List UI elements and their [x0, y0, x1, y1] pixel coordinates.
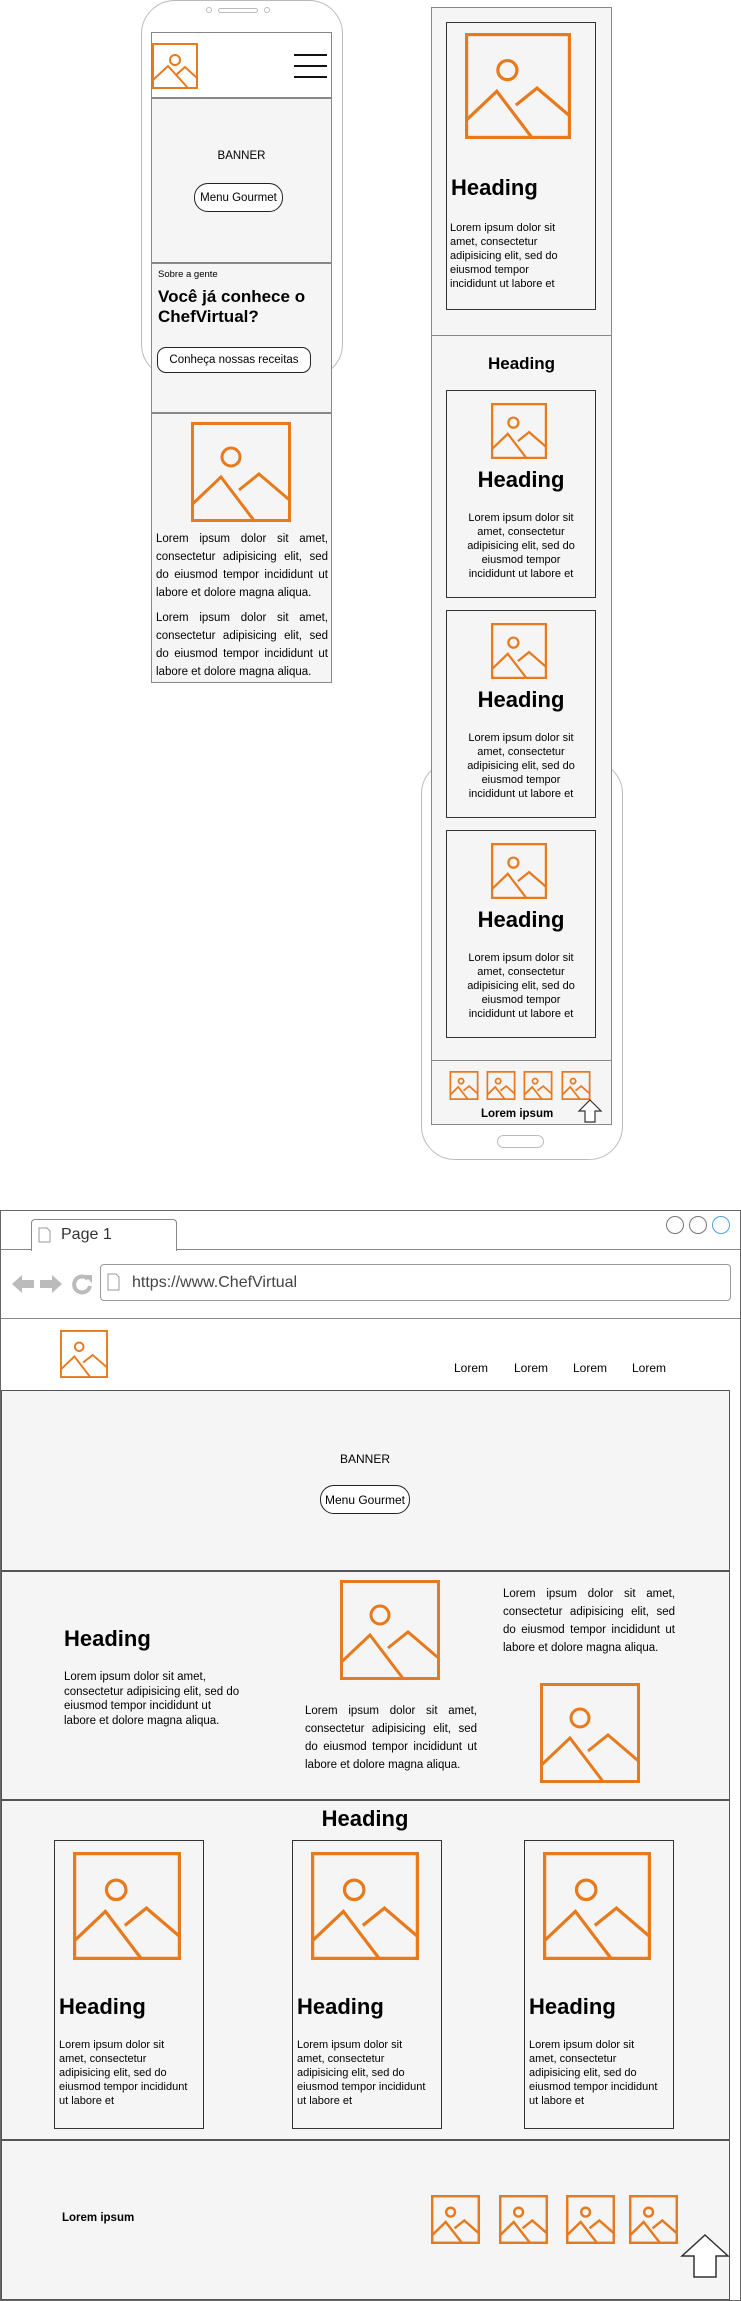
- desktop-banner: [1, 1390, 730, 1571]
- desktop-footer-image-icon-4[interactable]: [629, 2195, 678, 2244]
- mobile-card-2-text: Lorem ipsum dolor sit amet, consectetur …: [467, 732, 575, 800]
- footer-image-icon-1[interactable]: [449, 1071, 479, 1100]
- top-card-text: Lorem ipsum dolor sit amet, consectetur …: [450, 222, 558, 290]
- mobile-card-3-text: Lorem ipsum dolor sit amet, consectetur …: [467, 952, 575, 1020]
- back-arrow-icon[interactable]: [12, 1274, 34, 1294]
- close-button[interactable]: [712, 1216, 730, 1234]
- arrow-up-icon[interactable]: [577, 1099, 603, 1123]
- desktop-footer-image-icon-2[interactable]: [499, 2195, 548, 2244]
- desktop-footer-text: Lorem ipsum: [62, 2212, 135, 2224]
- desktop-menu-gourmet-button[interactable]: Menu Gourmet: [320, 1485, 410, 1514]
- mobile-paragraph-1: Lorem ipsum dolor sit amet, consectetur …: [156, 533, 328, 599]
- mobile-about-button[interactable]: Conheça nossas receitas: [157, 347, 311, 373]
- url-page-icon: [107, 1273, 120, 1291]
- desktop-banner-label: BANNER: [339, 1452, 390, 1466]
- mobile-about-title: Você já conhece o ChefVirtual?: [158, 287, 306, 326]
- mobile-about-section: [151, 263, 332, 413]
- desktop-about-text: Lorem ipsum dolor sit amet, consectetur …: [64, 1671, 240, 1727]
- mobile-card-3-image-icon: [491, 843, 547, 899]
- desktop-card-3-text: Lorem ipsum dolor sit amet, consectetur …: [529, 2039, 658, 2107]
- forward-arrow-icon[interactable]: [40, 1274, 62, 1294]
- mobile-content-image-icon: [191, 422, 291, 522]
- desktop-card-2-image-icon: [311, 1852, 419, 1960]
- hamburger-menu-icon[interactable]: [294, 54, 327, 78]
- url-text: https://www.ChefVirtual: [132, 1274, 298, 1291]
- mobile-card-1-heading: Heading: [477, 467, 565, 492]
- nav-link-1[interactable]: Lorem: [454, 1361, 488, 1375]
- footer-image-icon-2[interactable]: [486, 1071, 516, 1100]
- phone-camera: [206, 7, 212, 13]
- browser-tab-title: Page 1: [61, 1226, 112, 1243]
- nav-link-4[interactable]: Lorem: [632, 1361, 666, 1375]
- page-icon: [38, 1227, 51, 1243]
- desktop-footer-image-icon-3[interactable]: [566, 2195, 615, 2244]
- mobile-card-2-image-icon: [491, 623, 547, 679]
- desktop-right-text: Lorem ipsum dolor sit amet, consectetur …: [503, 1588, 675, 1654]
- desktop-card-2-text: Lorem ipsum dolor sit amet, consectetur …: [297, 2039, 426, 2107]
- desktop-middle-text: Lorem ipsum dolor sit amet, consectetur …: [305, 1705, 477, 1771]
- mobile-card-2-heading: Heading: [477, 687, 565, 712]
- mobile-card-1-image-icon: [491, 403, 547, 459]
- footer-image-icon-3[interactable]: [523, 1071, 553, 1100]
- mobile-paragraph-2: Lorem ipsum dolor sit amet, consectetur …: [156, 612, 328, 678]
- top-card-image-icon: [465, 32, 571, 139]
- desktop-arrow-up-icon[interactable]: [680, 2233, 730, 2278]
- nav-link-2[interactable]: Lorem: [514, 1361, 548, 1375]
- desktop-section-heading: Heading: [321, 1806, 409, 1831]
- maximize-button[interactable]: [689, 1216, 707, 1234]
- desktop-card-2-heading: Heading: [297, 1994, 384, 2019]
- phone-speaker: [218, 8, 258, 13]
- mobile-about-small: Sobre a gente: [158, 269, 218, 280]
- desktop-card-1-text: Lorem ipsum dolor sit amet, consectetur …: [59, 2039, 188, 2107]
- logo-image-icon[interactable]: [152, 43, 198, 89]
- desktop-logo-image-icon[interactable]: [60, 1330, 108, 1378]
- phone-home-button[interactable]: [497, 1135, 544, 1148]
- phone-sensor: [264, 7, 270, 13]
- desktop-card-3-heading: Heading: [529, 1994, 616, 2019]
- footer-image-icon-4[interactable]: [561, 1071, 591, 1100]
- reload-icon[interactable]: [71, 1273, 93, 1295]
- mobile-list-divider: [431, 335, 612, 336]
- mobile-footer-text: Lorem ipsum: [481, 1108, 554, 1120]
- top-card-heading: Heading: [451, 175, 538, 200]
- mobile-card-3-heading: Heading: [477, 907, 565, 932]
- desktop-card-1-image-icon: [73, 1852, 181, 1960]
- desktop-about-heading: Heading: [64, 1626, 151, 1651]
- desktop-about-image-icon-1: [340, 1580, 440, 1680]
- minimize-button[interactable]: [666, 1216, 684, 1234]
- mobile-section-heading: Heading: [487, 354, 556, 373]
- mobile-menu-gourmet-button[interactable]: Menu Gourmet: [194, 183, 283, 212]
- nav-link-3[interactable]: Lorem: [573, 1361, 607, 1375]
- desktop-card-3-image-icon: [543, 1852, 651, 1960]
- mobile-banner-label: BANNER: [217, 150, 266, 162]
- mobile-banner: [151, 98, 332, 263]
- desktop-footer-image-icon-1[interactable]: [431, 2195, 480, 2244]
- mobile-footer-divider: [431, 1060, 612, 1061]
- mobile-card-1-text: Lorem ipsum dolor sit amet, consectetur …: [467, 512, 575, 580]
- desktop-about-image-icon-2: [540, 1683, 640, 1783]
- desktop-card-1-heading: Heading: [59, 1994, 146, 2019]
